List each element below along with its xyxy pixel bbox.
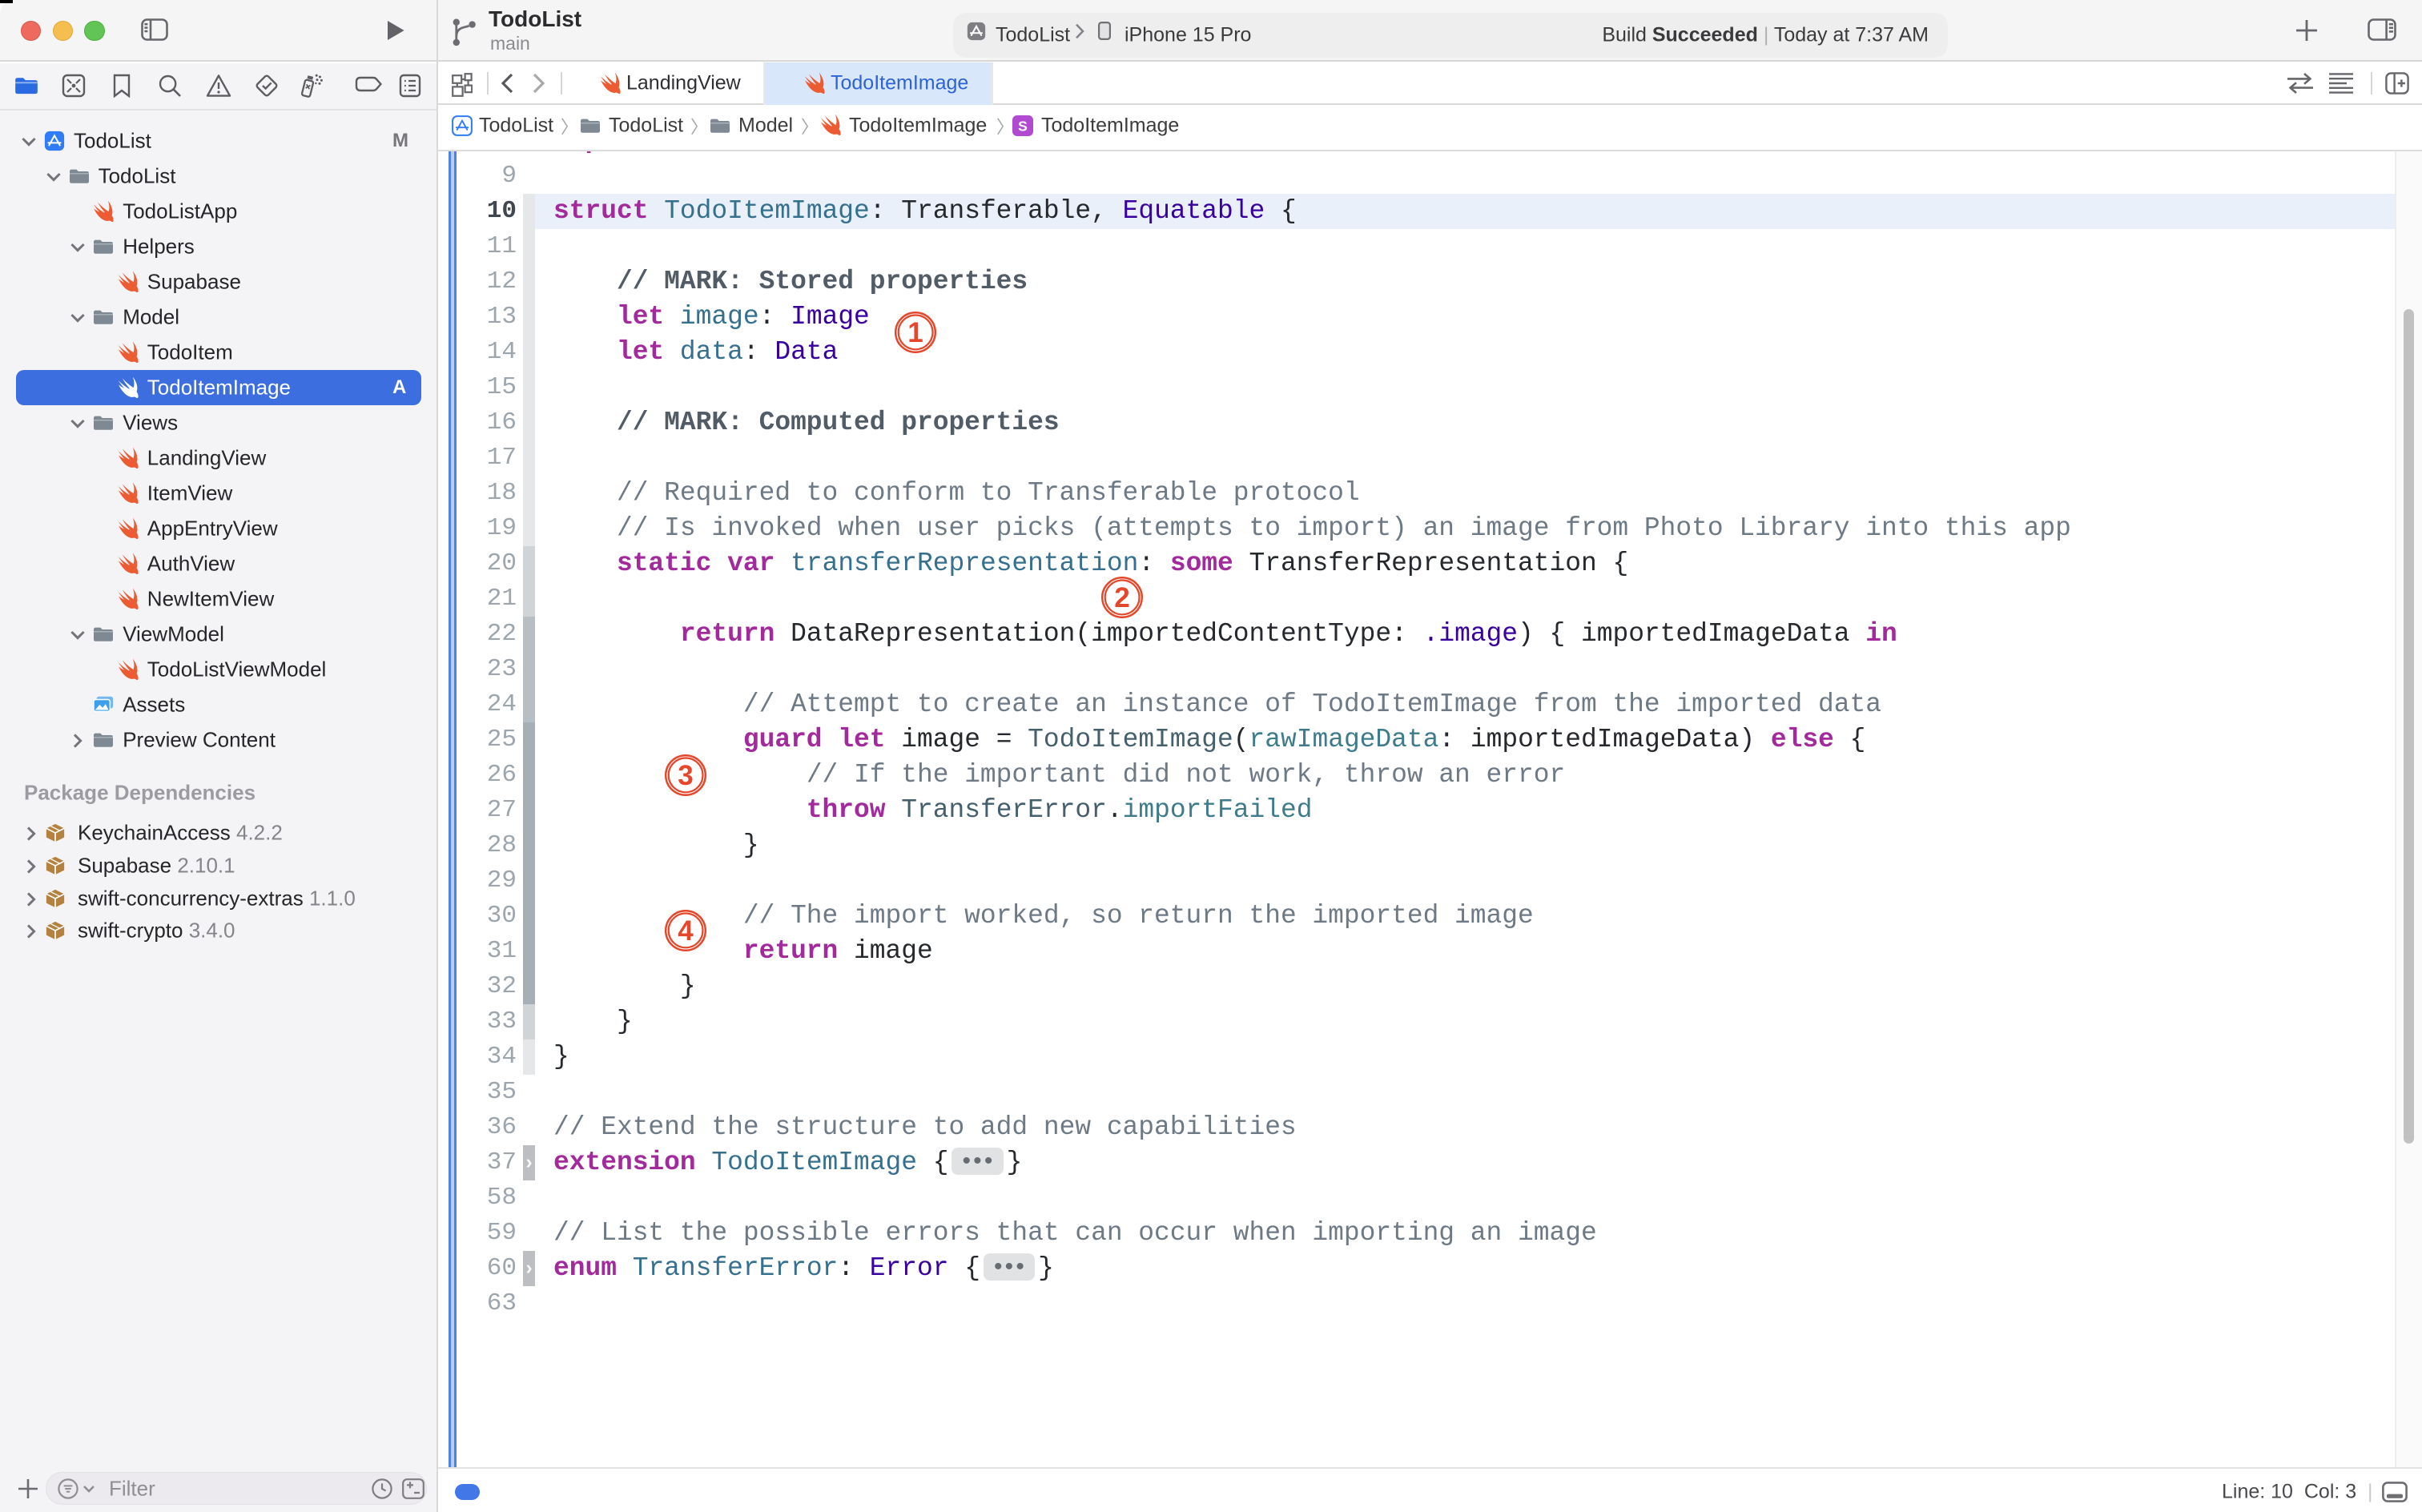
svg-text:S: S (1018, 119, 1028, 135)
svg-text:3: 3 (678, 760, 693, 791)
svg-text:1: 1 (907, 317, 923, 348)
svg-text:2: 2 (1114, 582, 1129, 613)
svg-text:4: 4 (678, 915, 694, 947)
